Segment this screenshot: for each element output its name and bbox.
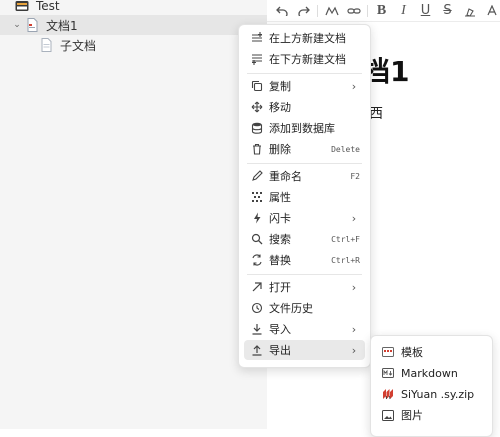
chevron-right-icon: › (351, 280, 357, 294)
history-icon (250, 301, 264, 315)
link-icon[interactable] (345, 2, 362, 19)
menu-attributes-label: 属性 (269, 191, 291, 204)
menu-history[interactable]: 文件历史 (244, 298, 365, 318)
siyuan-logo-icon (381, 387, 395, 401)
menu-move[interactable]: 移动 (244, 97, 365, 117)
file-tree-sidebar: Test ⌄ 文档1 子文档 (0, 0, 267, 429)
pencil-icon (250, 169, 264, 183)
menu-import[interactable]: 导入 › (244, 319, 365, 339)
search-icon (250, 232, 264, 246)
menu-open[interactable]: 打开 › (244, 277, 365, 297)
export-icon (250, 343, 264, 357)
menu-history-label: 文件历史 (269, 302, 313, 315)
menu-insert-above-label: 在上方新建文档 (269, 32, 346, 45)
menu-rename[interactable]: 重命名 F2 (244, 166, 365, 186)
tree-doc-1[interactable]: ⌄ 文档1 (0, 15, 267, 35)
redo-icon[interactable] (295, 2, 312, 19)
chevron-down-icon[interactable]: ⌄ (10, 20, 24, 30)
lightning-icon (250, 211, 264, 225)
menu-insert-below[interactable]: 在下方新建文档 (244, 49, 365, 69)
menu-separator (247, 163, 362, 164)
document-body-text[interactable]: 西 (369, 103, 383, 123)
notebook-icon (14, 0, 30, 14)
tree-child-label: 子文档 (60, 38, 97, 53)
menu-replace-shortcut: Ctrl+R (331, 255, 360, 265)
highlight-icon[interactable] (461, 2, 478, 19)
toolbar-divider (367, 4, 368, 17)
menu-delete[interactable]: 删除 Delete (244, 139, 365, 159)
format-toolbar: B I U S (267, 0, 500, 22)
menu-move-label: 移动 (269, 101, 291, 114)
open-external-icon (250, 280, 264, 294)
document-icon (24, 17, 40, 33)
export-markdown[interactable]: Markdown (376, 363, 487, 383)
insert-below-icon (250, 52, 264, 66)
trash-icon (250, 142, 264, 156)
strikethrough-icon[interactable]: S (439, 2, 456, 19)
tree-notebook-label: Test (36, 0, 60, 13)
toolbar-divider (317, 4, 318, 17)
insert-above-icon (250, 31, 264, 45)
menu-import-label: 导入 (269, 323, 291, 336)
text-color-icon[interactable] (483, 2, 500, 19)
menu-delete-shortcut: Delete (331, 144, 360, 154)
menu-replace-label: 替换 (269, 254, 291, 267)
menu-attributes[interactable]: 属性 (244, 187, 365, 207)
chevron-right-icon: › (351, 79, 357, 93)
template-icon (381, 345, 395, 359)
menu-separator (247, 73, 362, 74)
menu-delete-label: 删除 (269, 143, 291, 156)
menu-rename-shortcut: F2 (350, 171, 360, 181)
menu-export-label: 导出 (269, 344, 291, 357)
italic-icon[interactable]: I (395, 2, 412, 19)
chevron-right-icon: › (351, 322, 357, 336)
undo-icon[interactable] (273, 2, 290, 19)
tree-doc-label: 文档1 (46, 18, 78, 33)
copy-icon (250, 79, 264, 93)
database-icon (250, 121, 264, 135)
export-image-label: 图片 (401, 409, 423, 422)
attributes-icon (250, 190, 264, 204)
menu-add-database-label: 添加到数据库 (269, 122, 335, 135)
menu-insert-above[interactable]: 在上方新建文档 (244, 28, 365, 48)
menu-replace[interactable]: 替换 Ctrl+R (244, 250, 365, 270)
menu-open-label: 打开 (269, 281, 291, 294)
image-icon (381, 408, 395, 422)
export-siyuan-label: SiYuan .sy.zip (401, 387, 475, 401)
menu-copy-label: 复制 (269, 80, 291, 93)
menu-search[interactable]: 搜索 Ctrl+F (244, 229, 365, 249)
export-image[interactable]: 图片 (376, 405, 487, 425)
menu-separator (247, 274, 362, 275)
doc-context-menu: 在上方新建文档 在下方新建文档 复制 › 移动 添加到数据库 删除 Delete (238, 24, 371, 368)
menu-flashcard[interactable]: 闪卡 › (244, 208, 365, 228)
menu-flashcard-label: 闪卡 (269, 212, 291, 225)
menu-search-shortcut: Ctrl+F (331, 234, 360, 244)
menu-rename-label: 重命名 (269, 170, 302, 183)
menu-insert-below-label: 在下方新建文档 (269, 53, 346, 66)
inline-math-icon[interactable] (323, 2, 340, 19)
export-submenu: 模板 Markdown SiYuan .sy.zip 图片 (370, 335, 493, 437)
chevron-right-icon: › (351, 343, 357, 357)
document-icon (38, 37, 54, 53)
import-icon (250, 322, 264, 336)
underline-icon[interactable]: U (417, 2, 434, 19)
markdown-icon (381, 366, 395, 380)
move-icon (250, 100, 264, 114)
tree-child-doc[interactable]: 子文档 (0, 35, 267, 55)
export-template[interactable]: 模板 (376, 342, 487, 362)
menu-export[interactable]: 导出 › (244, 340, 365, 360)
bold-icon[interactable]: B (373, 2, 390, 19)
menu-copy[interactable]: 复制 › (244, 76, 365, 96)
chevron-right-icon: › (351, 211, 357, 225)
export-markdown-label: Markdown (401, 366, 458, 380)
export-template-label: 模板 (401, 346, 423, 359)
tree-notebook-test[interactable]: Test (0, 0, 267, 16)
menu-search-label: 搜索 (269, 233, 291, 246)
menu-add-database[interactable]: 添加到数据库 (244, 118, 365, 138)
export-siyuan[interactable]: SiYuan .sy.zip (376, 384, 487, 404)
replace-icon (250, 253, 264, 267)
